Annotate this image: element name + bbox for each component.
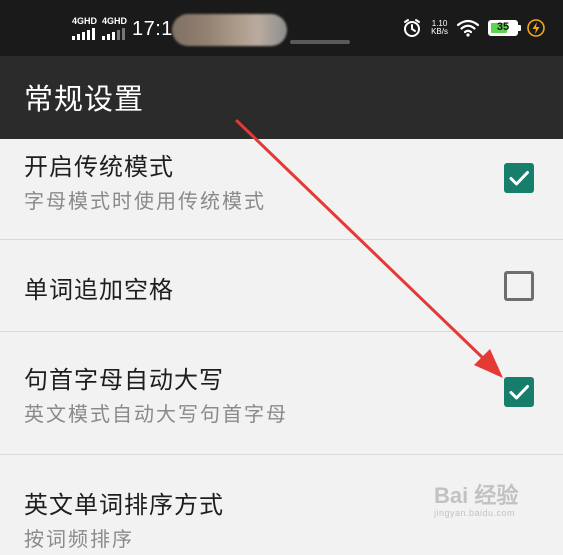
status-icons: 1.10 KB/s 35 (402, 16, 545, 40)
setting-title: 开启传统模式 (24, 153, 174, 181)
watermark-logo: Bai 经验 (434, 483, 519, 508)
checkbox-checked[interactable] (504, 377, 534, 407)
setting-summary: 字母模式时使用传统模式 (24, 189, 266, 213)
baidu-watermark: Bai 经验 jingyan.baidu.com (434, 478, 519, 518)
page-title: 常规设置 (24, 82, 145, 116)
setting-append-space[interactable]: 单词追加空格 (0, 240, 563, 332)
alarm-icon (404, 19, 421, 37)
clock-time: 17:1 (132, 18, 173, 40)
setting-title: 英文单词排序方式 (24, 491, 224, 519)
battery-level: 35 (496, 21, 510, 33)
app-bar: 常规设置 (0, 56, 563, 139)
blurred-notification (172, 14, 287, 46)
watermark-url: jingyan.baidu.com (434, 508, 516, 518)
checkbox-unchecked[interactable] (504, 271, 534, 301)
setting-auto-capitalize[interactable]: 句首字母自动大写 英文模式自动大写句首字母 (0, 332, 563, 455)
wifi-icon (457, 19, 479, 37)
status-bar: 4GHD 4GHD 17:1 1.10 KB/s 35 (0, 0, 563, 56)
blurred-line (290, 40, 350, 44)
setting-summary: 按词频排序 (24, 527, 134, 551)
battery-icon: 35 (488, 20, 521, 36)
checkbox-checked[interactable] (504, 163, 534, 193)
setting-title: 句首字母自动大写 (24, 366, 224, 394)
setting-title: 单词追加空格 (24, 276, 174, 304)
net-speed: 1.10 KB/s (431, 19, 448, 36)
setting-summary: 英文模式自动大写句首字母 (24, 402, 288, 426)
checkmark-icon (509, 171, 529, 186)
charging-icon (527, 19, 545, 37)
checkmark-icon (509, 385, 529, 400)
setting-traditional-mode[interactable]: 开启传统模式 字母模式时使用传统模式 (0, 139, 563, 240)
